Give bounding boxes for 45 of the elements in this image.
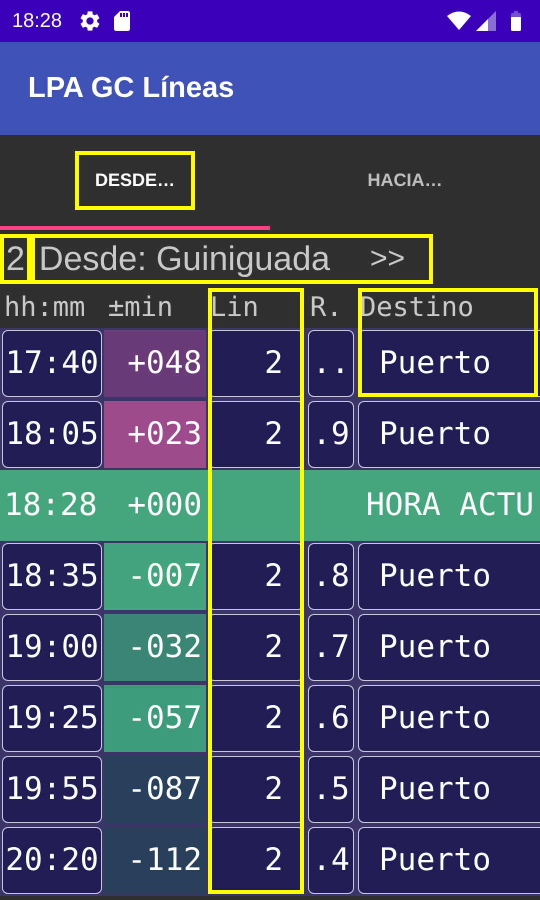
destination-cell: Puerto xyxy=(358,401,540,468)
column-header: ±min xyxy=(104,288,206,328)
current-offset: +000 xyxy=(126,486,203,526)
route-cell: .6 xyxy=(308,685,354,752)
route-cell: .8 xyxy=(308,543,354,610)
time-cell: 19:55 xyxy=(2,756,102,823)
destination-cell: Puerto xyxy=(358,827,540,894)
time-cell: 18:05 xyxy=(2,401,102,468)
settings-icon xyxy=(78,9,102,33)
destination-cell: Puerto xyxy=(358,756,540,823)
tab-label: DESDE… xyxy=(74,151,195,210)
route-cell: .. xyxy=(308,330,354,397)
offset-cell: -112 xyxy=(104,827,206,894)
time-cell: 17:40 xyxy=(2,330,102,397)
current-time-label: HORA ACTU xyxy=(366,486,534,526)
offset-cell: +023 xyxy=(104,401,206,468)
route-cell: .7 xyxy=(308,614,354,681)
offset-cell: -087 xyxy=(104,756,206,823)
destination-cell: Puerto xyxy=(358,685,540,752)
tab-label: HACIA… xyxy=(366,169,444,192)
signal-icon xyxy=(476,11,496,31)
app-title: LPA GC Líneas xyxy=(28,70,234,106)
time-cell: 18:35 xyxy=(2,543,102,610)
time-cell: 19:25 xyxy=(2,685,102,752)
time-cell: 20:20 xyxy=(2,827,102,894)
wifi-icon xyxy=(446,11,472,31)
offset-cell: -057 xyxy=(104,685,206,752)
route-number: 2 xyxy=(0,234,31,284)
offset-cell: -007 xyxy=(104,543,206,610)
route-cell: .5 xyxy=(308,756,354,823)
column-header: hh:mm xyxy=(0,288,104,328)
time-cell: 19:00 xyxy=(2,614,102,681)
route-title: Desde: Guiniguada xyxy=(38,242,330,276)
tab[interactable]: DESDE… xyxy=(0,135,270,230)
offset-cell: +048 xyxy=(104,330,206,397)
route-cell: .4 xyxy=(308,827,354,894)
current-time: 18:28 xyxy=(3,486,98,526)
clock: 18:28 xyxy=(12,9,62,34)
destination-cell: Puerto xyxy=(358,543,540,610)
offset-cell: -032 xyxy=(104,614,206,681)
tab[interactable]: HACIA… xyxy=(270,135,540,230)
column-header: R. xyxy=(306,288,356,328)
next-button[interactable]: >> xyxy=(370,244,406,274)
route-cell: .9 xyxy=(308,401,354,468)
destination-cell: Puerto xyxy=(358,614,540,681)
